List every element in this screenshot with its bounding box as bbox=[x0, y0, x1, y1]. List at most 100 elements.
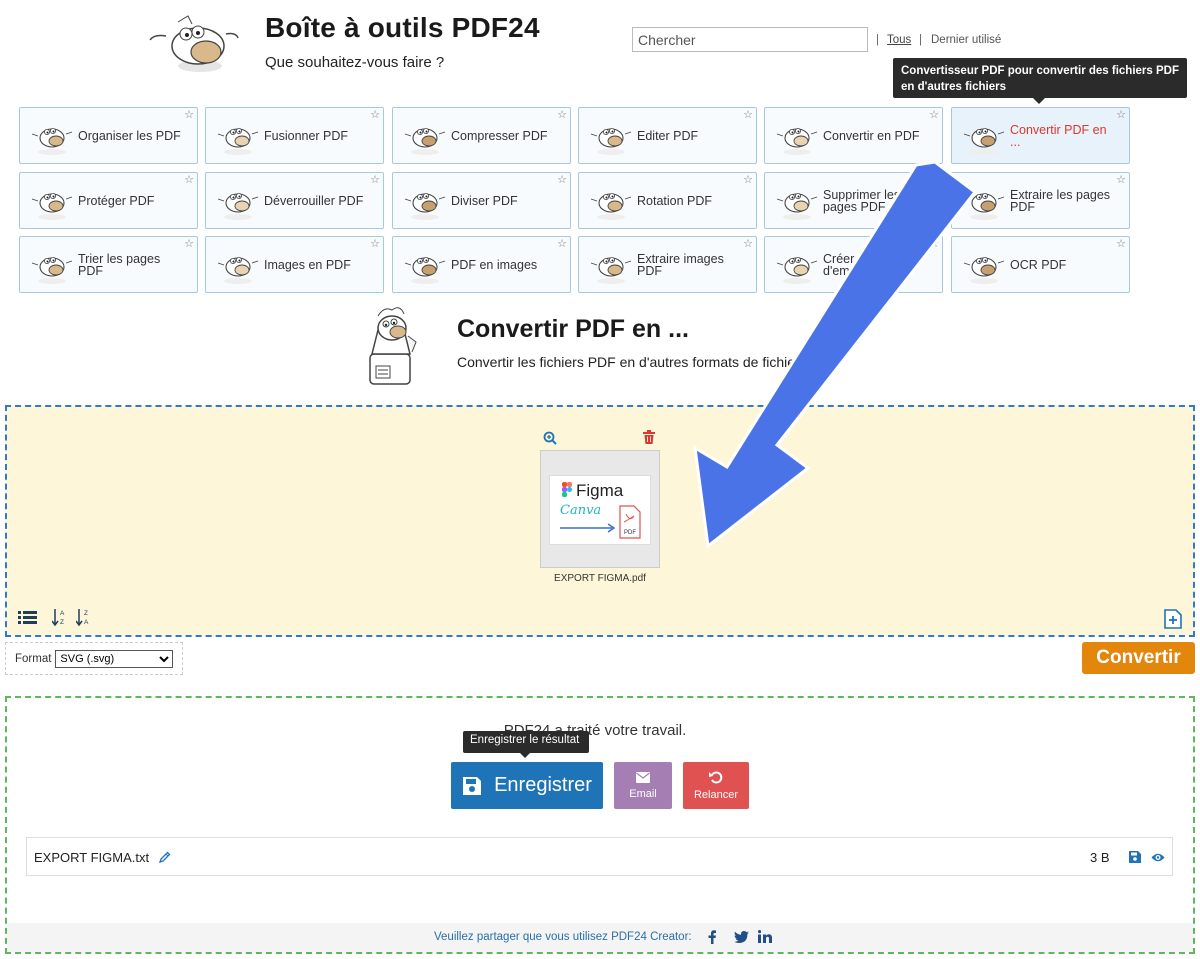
tool-label-proteger-pdf: Protéger PDF bbox=[78, 193, 155, 208]
tool-mascot-icon bbox=[963, 127, 1005, 155]
tool-card[interactable]: Extraire les pages PDF ☆ bbox=[951, 172, 1130, 229]
floppy-disk-icon[interactable] bbox=[1129, 851, 1141, 863]
star-icon[interactable]: ☆ bbox=[370, 174, 380, 186]
tool-label-pdf-en-images: PDF en images bbox=[451, 257, 538, 272]
floppy-disk-icon bbox=[463, 776, 482, 795]
star-icon[interactable]: ☆ bbox=[184, 109, 194, 121]
star-icon[interactable]: ☆ bbox=[557, 174, 567, 186]
tool-mascot-icon bbox=[590, 127, 632, 155]
tool-card[interactable]: OCR PDF ☆ bbox=[951, 236, 1130, 293]
search-input[interactable] bbox=[632, 27, 868, 52]
star-icon[interactable]: ☆ bbox=[184, 238, 194, 250]
star-icon[interactable]: ☆ bbox=[370, 109, 380, 121]
sort-za-icon[interactable]: Z A bbox=[76, 608, 92, 626]
star-icon[interactable]: ☆ bbox=[184, 174, 194, 186]
tool-card[interactable]: Compresser PDF ☆ bbox=[392, 107, 571, 164]
tool-mascot-icon bbox=[217, 127, 259, 155]
pencil-icon[interactable] bbox=[158, 851, 171, 864]
svg-text:Z: Z bbox=[84, 610, 88, 617]
tool-label-compresser-pdf: Compresser PDF bbox=[451, 128, 548, 143]
tool-card[interactable]: Déverrouiller PDF ☆ bbox=[205, 172, 384, 229]
star-icon[interactable]: ☆ bbox=[557, 109, 567, 121]
tool-card[interactable]: Trier les pages PDF ☆ bbox=[19, 236, 198, 293]
tool-label-creer-un-pdf-de-d-emploi: Créer un PDF de d'emploi bbox=[823, 251, 918, 278]
twitter-icon[interactable] bbox=[734, 931, 749, 943]
share-text: Veuillez partager que vous utilisez PDF2… bbox=[434, 931, 692, 943]
tool-card[interactable]: Diviser PDF ☆ bbox=[392, 172, 571, 229]
tool-label-convertir-pdf-en: Convertir PDF en ... bbox=[1010, 122, 1107, 149]
tool-card[interactable]: Organiser les PDF ☆ bbox=[19, 107, 198, 164]
app-title: Boîte à outils PDF24 bbox=[265, 12, 540, 43]
email-button[interactable]: Email bbox=[614, 762, 672, 809]
list-view-icon[interactable] bbox=[18, 610, 37, 625]
filter-recent-link[interactable]: Dernier utilisé bbox=[931, 34, 1001, 46]
trash-icon[interactable] bbox=[643, 430, 655, 444]
sort-az-icon[interactable]: A Z bbox=[52, 608, 68, 626]
format-select[interactable]: SVG (.svg) bbox=[55, 649, 174, 668]
linkedin-icon[interactable] bbox=[758, 930, 772, 943]
star-icon[interactable]: ☆ bbox=[929, 174, 939, 186]
tool-mascot-icon bbox=[776, 192, 818, 220]
tool-mascot-icon bbox=[404, 127, 446, 155]
star-icon[interactable]: ☆ bbox=[1116, 238, 1126, 250]
tool-card[interactable]: Fusionner PDF ☆ bbox=[205, 107, 384, 164]
tool-label-images-en-pdf: Images en PDF bbox=[264, 257, 351, 272]
pdf24-logo[interactable] bbox=[148, 12, 240, 76]
star-icon[interactable]: ☆ bbox=[1116, 109, 1126, 121]
tool-tooltip: Convertisseur PDF pour convertir des fic… bbox=[893, 58, 1187, 104]
star-icon[interactable]: ☆ bbox=[370, 238, 380, 250]
convert-pdf-mascot-icon bbox=[369, 307, 417, 385]
tool-card[interactable]: Extraire images PDF ☆ bbox=[578, 236, 757, 293]
section-subtitle: Convertir les fichiers PDF en d'autres f… bbox=[457, 354, 807, 370]
facebook-icon[interactable] bbox=[707, 930, 717, 944]
svg-text:A: A bbox=[84, 619, 89, 626]
tool-mascot-icon bbox=[404, 256, 446, 284]
tool-label-extraire-images-pdf: Extraire images PDF bbox=[637, 251, 724, 278]
filter-all-link[interactable]: Tous bbox=[887, 34, 911, 46]
star-icon[interactable]: ☆ bbox=[1116, 174, 1126, 186]
convert-button[interactable]: Convertir bbox=[1082, 642, 1195, 674]
eye-icon[interactable] bbox=[1151, 852, 1165, 863]
tool-card[interactable]: Images en PDF ☆ bbox=[205, 236, 384, 293]
section-title: Convertir PDF en ... bbox=[457, 315, 689, 343]
tool-mascot-icon bbox=[963, 192, 1005, 220]
envelope-icon bbox=[636, 771, 650, 783]
tool-card[interactable]: Editer PDF ☆ bbox=[578, 107, 757, 164]
tool-label-supprimer-les-pages-pdf: Supprimer les pages PDF bbox=[823, 187, 901, 214]
tool-card[interactable]: Convertir en PDF ☆ bbox=[764, 107, 943, 164]
tool-mascot-icon bbox=[590, 256, 632, 284]
save-tooltip: Enregistrer le résultat bbox=[463, 731, 589, 758]
tool-label-fusionner-pdf: Fusionner PDF bbox=[264, 128, 349, 143]
add-file-icon[interactable] bbox=[1164, 609, 1182, 629]
relancer-button[interactable]: Relancer bbox=[683, 762, 749, 809]
tool-mascot-icon bbox=[776, 256, 818, 284]
star-icon[interactable]: ☆ bbox=[743, 174, 753, 186]
tool-card[interactable]: Protéger PDF ☆ bbox=[19, 172, 198, 229]
filter-separator: | bbox=[919, 34, 922, 46]
star-icon[interactable]: ☆ bbox=[557, 238, 567, 250]
tool-mascot-icon bbox=[404, 192, 446, 220]
save-button[interactable]: Enregistrer bbox=[451, 762, 603, 809]
star-icon[interactable]: ☆ bbox=[929, 109, 939, 121]
tool-card[interactable]: Créer un PDF de d'emploi ☆ bbox=[764, 236, 943, 293]
filter-separator: | bbox=[876, 34, 879, 46]
tool-label-organiser-les-pdf: Organiser les PDF bbox=[78, 128, 181, 143]
result-file-size: 3 B bbox=[1090, 850, 1110, 865]
tool-label-diviser-pdf: Diviser PDF bbox=[451, 193, 518, 208]
result-file-row: EXPORT FIGMA.txt 3 B bbox=[26, 837, 1173, 876]
star-icon[interactable]: ☆ bbox=[743, 109, 753, 121]
save-button-label: Enregistrer bbox=[494, 774, 592, 796]
tool-label-ocr-pdf: OCR PDF bbox=[1010, 257, 1067, 272]
file-thumbnail[interactable]: Figma Canva PDF bbox=[540, 450, 660, 568]
tool-card[interactable]: PDF en images ☆ bbox=[392, 236, 571, 293]
tool-card[interactable]: Convertir PDF en ... ☆ bbox=[951, 107, 1130, 164]
tool-card[interactable]: Supprimer les pages PDF ☆ bbox=[764, 172, 943, 229]
tool-mascot-icon bbox=[31, 256, 73, 284]
tool-card[interactable]: Rotation PDF ☆ bbox=[578, 172, 757, 229]
star-icon[interactable]: ☆ bbox=[743, 238, 753, 250]
zoom-in-icon[interactable] bbox=[543, 431, 557, 445]
star-icon[interactable]: ☆ bbox=[929, 238, 939, 250]
undo-icon bbox=[709, 771, 723, 784]
result-file-name: EXPORT FIGMA.txt bbox=[34, 850, 150, 865]
tool-label-convertir-en-pdf: Convertir en PDF bbox=[823, 128, 920, 143]
